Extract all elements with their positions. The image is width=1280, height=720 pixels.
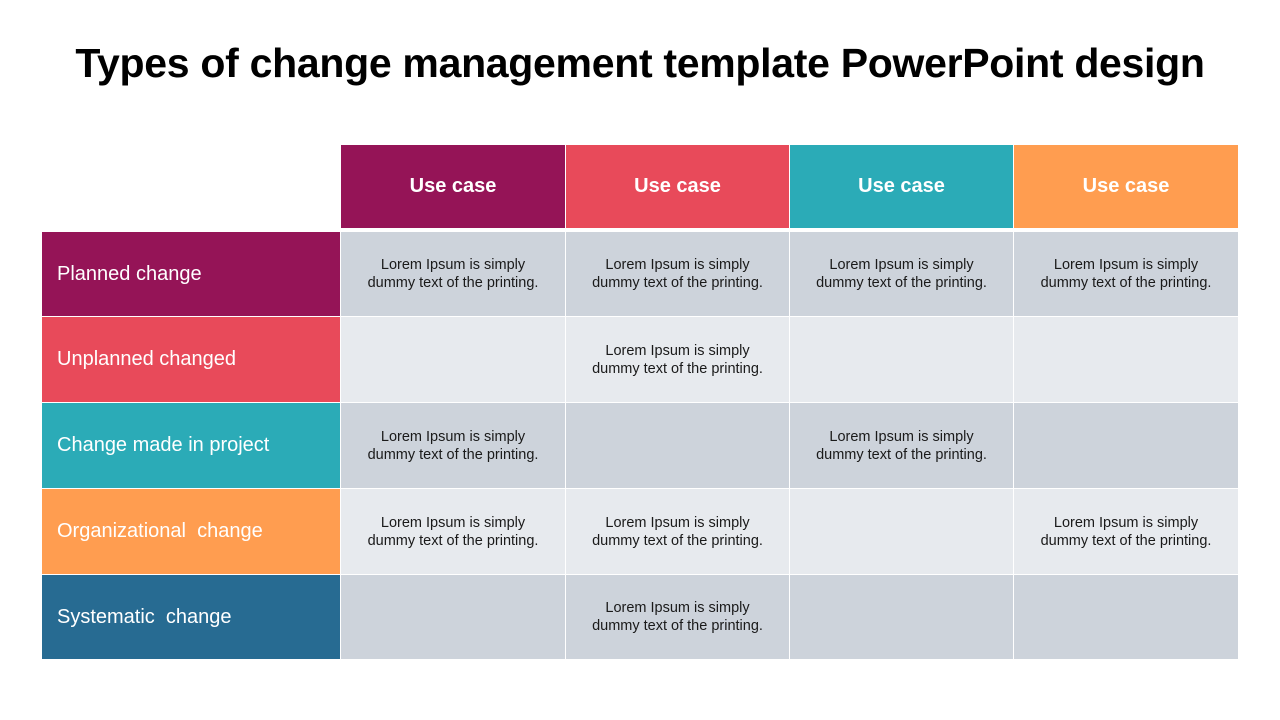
- table-cell: [341, 575, 565, 659]
- row-label: Planned change: [42, 232, 340, 316]
- column-header: Use case: [790, 145, 1013, 228]
- cell-text: Lorem Ipsum is simply dummy text of the …: [1040, 257, 1212, 291]
- table-cell: Lorem Ipsum is simply dummy text of the …: [790, 403, 1013, 488]
- column-header: Use case: [566, 145, 789, 228]
- table-cell: Lorem Ipsum is simply dummy text of the …: [566, 575, 789, 659]
- cell-text: Lorem Ipsum is simply dummy text of the …: [367, 514, 539, 549]
- cell-text: Lorem Ipsum is simply dummy text of the …: [592, 514, 763, 549]
- table-cell: [341, 317, 565, 402]
- row-label: Change made in project: [42, 403, 340, 488]
- table-cell: [1014, 403, 1238, 488]
- cell-text: Lorem Ipsum is simply dummy text of the …: [816, 257, 987, 291]
- cell-text: Lorem Ipsum is simply dummy text of the …: [1040, 514, 1212, 549]
- table-cell: [1014, 575, 1238, 659]
- table-cell: Lorem Ipsum is simply dummy text of the …: [790, 232, 1013, 316]
- table-cell: [1014, 317, 1238, 402]
- cell-text: Lorem Ipsum is simply dummy text of the …: [592, 342, 763, 377]
- table-cell: Lorem Ipsum is simply dummy text of the …: [1014, 489, 1238, 574]
- row-label: Organizational change: [42, 489, 340, 574]
- row-label: Unplanned changed: [42, 317, 340, 402]
- table-cell: Lorem Ipsum is simply dummy text of the …: [566, 489, 789, 574]
- row-label: Systematic change: [42, 575, 340, 659]
- table-cell: Lorem Ipsum is simply dummy text of the …: [566, 232, 789, 316]
- table-cell: Lorem Ipsum is simply dummy text of the …: [341, 489, 565, 574]
- table-cell: Lorem Ipsum is simply dummy text of the …: [341, 403, 565, 488]
- table-cell: Lorem Ipsum is simply dummy text of the …: [566, 317, 789, 402]
- table-cell: [790, 317, 1013, 402]
- table-cell: Lorem Ipsum is simply dummy text of the …: [1014, 232, 1238, 316]
- cell-text: Lorem Ipsum is simply dummy text of the …: [592, 600, 763, 634]
- cell-text: Lorem Ipsum is simply dummy text of the …: [816, 428, 987, 463]
- slide-title: Types of change management template Powe…: [75, 40, 1205, 86]
- cell-text: Lorem Ipsum is simply dummy text of the …: [367, 257, 539, 291]
- table-cell: [566, 403, 789, 488]
- column-header: Use case: [341, 145, 565, 228]
- cell-text: Lorem Ipsum is simply dummy text of the …: [592, 257, 763, 291]
- table-cell: Lorem Ipsum is simply dummy text of the …: [341, 232, 565, 316]
- table-cell: [790, 489, 1013, 574]
- table-cell: [790, 575, 1013, 659]
- column-header: Use case: [1014, 145, 1238, 228]
- cell-text: Lorem Ipsum is simply dummy text of the …: [367, 428, 539, 463]
